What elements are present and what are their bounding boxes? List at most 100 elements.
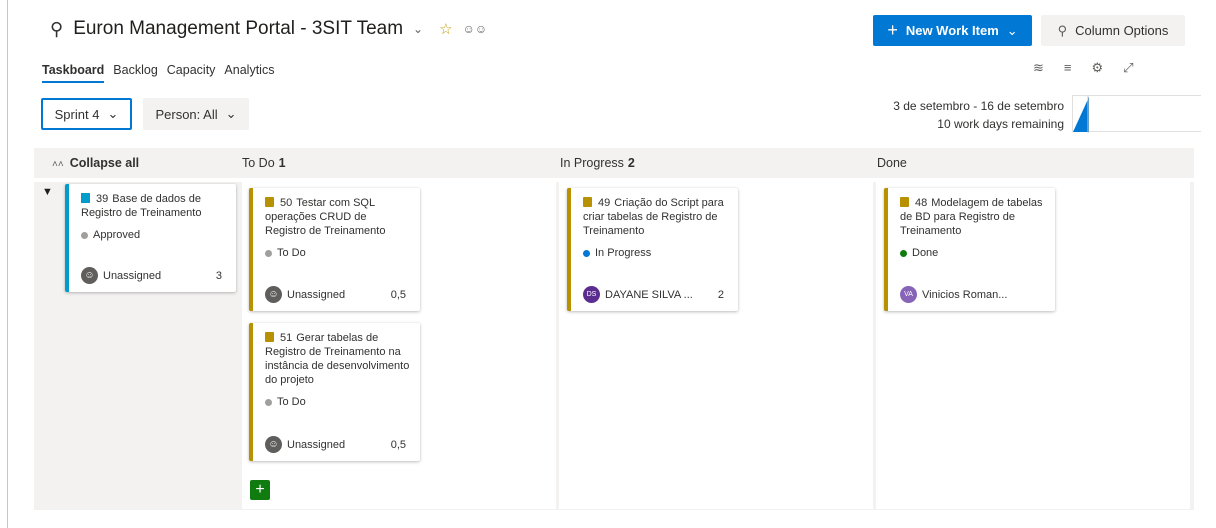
wrench-icon: ⚲ (1057, 22, 1068, 38)
burndown-chart[interactable] (1072, 95, 1201, 133)
card-title[interactable]: 39 Base de dados de Registro de Treinamen… (81, 192, 226, 220)
user-avatar: DS (583, 286, 600, 303)
assignee[interactable]: DAYANE SILVA ... (605, 288, 710, 302)
row-expand-toggle-icon[interactable]: ▼ (42, 186, 53, 198)
card-footer: VA Vinicios Roman... (900, 286, 1041, 303)
card-title[interactable]: 51 Gerar tabelas de Registro de Treinamen… (265, 331, 410, 387)
fullscreen-icon[interactable]: ⤢ (1123, 60, 1133, 76)
collapse-all-label: Collapse all (69, 156, 140, 170)
page-header: ⚲ Euron Management Portal - 3SIT Team ⌄ … (50, 18, 487, 40)
gear-icon[interactable]: ⚙ (1092, 60, 1104, 76)
task-card[interactable]: 48 Modelagem de tabelas de BD para Regist… (884, 188, 1055, 311)
sprint-selector[interactable]: Sprint 4 ⌄ (41, 98, 132, 130)
remaining-work[interactable]: 0,5 (391, 288, 406, 302)
state-dot (900, 249, 907, 257)
card-id: 50 (280, 197, 293, 209)
favorite-star-icon[interactable]: ☆ (439, 20, 452, 38)
view-settings-icon[interactable]: ≋ (1033, 60, 1044, 76)
backlog-item-icon (81, 193, 90, 203)
column-headers: ˄˄ Collapse all To Do 1 In Progress 2 Done (34, 148, 1194, 178)
card-state[interactable]: To Do (265, 246, 410, 260)
column-title: In Progress (560, 156, 624, 170)
tab-capacity[interactable]: Capacity (167, 63, 216, 83)
sprint-dates: 3 de setembro - 16 de setembro (893, 99, 1064, 113)
user-avatar: VA (900, 286, 917, 303)
board-tabs: Taskboard Backlog Capacity Analytics (42, 63, 274, 83)
column-options-button[interactable]: ⚲ Column Options (1041, 15, 1185, 46)
state-label: Approved (93, 229, 141, 241)
card-state[interactable]: Done (900, 246, 1045, 260)
view-options-toolbar: ≋ ≡ ⚙ ⤢ (1033, 60, 1134, 76)
new-work-item-button[interactable]: + New Work Item ⌄ (873, 15, 1032, 46)
assignee[interactable]: Unassigned (287, 288, 383, 302)
sprint-days-remaining: 10 work days remaining (937, 117, 1064, 131)
column-title: Done (877, 156, 907, 170)
card-footer: ☺ Unassigned 3 (81, 267, 222, 284)
unassigned-avatar-icon: ☺ (265, 436, 282, 453)
state-dot (583, 249, 590, 257)
card-state[interactable]: To Do (265, 395, 410, 409)
card-footer: ☺ Unassigned 0,5 (265, 286, 406, 303)
column-options-label: Column Options (1075, 23, 1169, 38)
page-border (7, 0, 8, 528)
card-id: 49 (598, 197, 611, 209)
column-header-todo: To Do 1 (242, 156, 286, 170)
plus-icon: + (887, 20, 898, 40)
card-id: 48 (915, 197, 928, 209)
team-members-icon[interactable]: ☺☺ (463, 22, 488, 36)
column-title: To Do (242, 156, 275, 170)
card-state[interactable]: In Progress (583, 246, 728, 260)
remaining-work[interactable]: 2 (718, 288, 724, 302)
tab-backlog[interactable]: Backlog (113, 63, 157, 83)
state-label: To Do (277, 247, 306, 259)
task-card[interactable]: 50 Testar com SQL operações CRUD de Regis… (249, 188, 420, 311)
team-dropdown-chevron-icon[interactable]: ⌄ (413, 22, 423, 36)
collapse-icon: ˄˄ (52, 159, 64, 170)
card-footer: ☺ Unassigned 0,5 (265, 436, 406, 453)
card-footer: DS DAYANE SILVA ... 2 (583, 286, 724, 303)
card-title[interactable]: 49 Criação do Script para criar tabelas d… (583, 196, 728, 238)
sprint-info: 3 de setembro - 16 de setembro 10 work d… (893, 97, 1064, 133)
new-work-item-label: New Work Item (905, 23, 999, 38)
task-icon (265, 332, 274, 342)
chevron-down-icon: ⌄ (1006, 22, 1018, 38)
chevron-down-icon: ⌄ (107, 106, 119, 121)
assignee[interactable]: Unassigned (103, 269, 208, 283)
task-card[interactable]: 49 Criação do Script para criar tabelas d… (567, 188, 738, 311)
team-icon: ⚲ (50, 18, 64, 39)
page-title[interactable]: Euron Management Portal - 3SIT Team (73, 18, 403, 40)
card-title[interactable]: 50 Testar com SQL operações CRUD de Regis… (265, 196, 410, 238)
add-task-button[interactable]: + (250, 480, 270, 500)
column-header-done: Done (877, 156, 907, 170)
assignee[interactable]: Vinicios Roman... (922, 288, 1041, 302)
sprint-selector-label: Sprint 4 (54, 106, 100, 122)
tab-taskboard[interactable]: Taskboard (42, 63, 105, 83)
person-filter-label: Person: All (155, 106, 218, 122)
filter-icon[interactable]: ≡ (1064, 60, 1072, 76)
column-count: 1 (278, 156, 286, 170)
card-state[interactable]: Approved (81, 228, 226, 242)
card-id: 39 (96, 193, 109, 205)
burndown-area (1073, 97, 1089, 132)
column-header-in-progress: In Progress 2 (560, 156, 635, 170)
collapse-all-button[interactable]: ˄˄ Collapse all (52, 156, 139, 170)
backlog-item-card[interactable]: 39 Base de dados de Registro de Treinamen… (65, 184, 236, 292)
assignee[interactable]: Unassigned (287, 438, 383, 452)
tab-analytics[interactable]: Analytics (224, 63, 274, 83)
unassigned-avatar-icon: ☺ (81, 267, 98, 284)
state-dot (81, 231, 88, 239)
column-count: 2 (627, 156, 635, 170)
state-label: In Progress (595, 247, 652, 259)
task-card[interactable]: 51 Gerar tabelas de Registro de Treinamen… (249, 323, 420, 461)
card-title[interactable]: 48 Modelagem de tabelas de BD para Regist… (900, 196, 1045, 238)
state-dot (265, 398, 272, 406)
chevron-down-icon: ⌄ (225, 106, 237, 121)
person-filter[interactable]: Person: All ⌄ (143, 98, 249, 130)
state-dot (265, 249, 272, 257)
effort[interactable]: 3 (216, 269, 222, 283)
remaining-work[interactable]: 0,5 (391, 438, 406, 452)
state-label: Done (912, 247, 939, 259)
unassigned-avatar-icon: ☺ (265, 286, 282, 303)
state-label: To Do (277, 396, 306, 408)
task-icon (583, 197, 592, 207)
